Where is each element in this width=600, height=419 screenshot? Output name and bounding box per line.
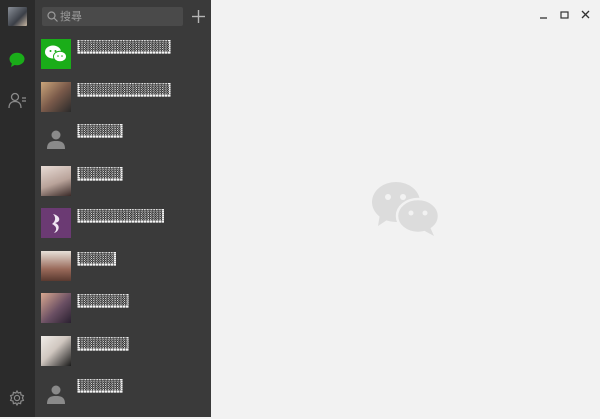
person-icon <box>41 378 71 408</box>
avatar <box>41 166 71 196</box>
minimize-icon[interactable] <box>535 6 553 24</box>
chat-name: ▒▒▒▒▒▒▒ <box>79 337 128 351</box>
chat-list-item[interactable]: ▒▒▒▒▒▒ <box>35 164 211 207</box>
chat-name: ▒▒▒▒▒ <box>78 252 114 266</box>
chat-list-panel: ▒▒▒▒▒▒▒▒▒▒▒▒▒ ▒▒▒▒▒▒▒▒▒▒▒▒▒ ▒▒▒▒▒▒ ▒▒▒▒▒… <box>35 0 211 417</box>
chat-name: ▒▒▒▒▒▒ <box>78 379 121 393</box>
chat-list-item[interactable]: ▒▒▒▒▒▒▒ <box>35 334 211 377</box>
chat-list-item[interactable]: ▒▒▒▒▒ <box>35 249 211 292</box>
avatar <box>41 82 71 112</box>
chat-name: ▒▒▒▒▒▒▒▒▒▒▒▒▒ <box>78 40 169 54</box>
avatar <box>41 293 71 323</box>
wechat-logo-icon <box>41 39 71 69</box>
search-icon <box>47 11 58 22</box>
chat-list-item[interactable]: ▒▒▒▒▒▒ <box>35 121 211 164</box>
avatar <box>41 336 71 366</box>
chat-name: ▒▒▒▒▒▒ <box>78 124 121 138</box>
contacts-icon[interactable] <box>7 90 27 110</box>
chat-name: ▒▒▒▒▒▒▒▒▒▒▒▒ <box>79 209 163 223</box>
wechat-watermark-icon <box>370 180 442 242</box>
avatar <box>41 208 71 238</box>
person-icon <box>41 123 71 153</box>
user-avatar[interactable] <box>8 7 27 26</box>
chat-list-item[interactable]: ▒▒▒▒▒▒▒ <box>35 291 211 334</box>
chat-name: ▒▒▒▒▒▒▒▒▒▒▒▒▒ <box>78 83 169 97</box>
search-box[interactable] <box>42 7 183 26</box>
search-input[interactable] <box>60 7 178 26</box>
avatar <box>41 251 71 281</box>
chat-list-item[interactable]: ▒▒▒▒▒▒ <box>35 376 211 419</box>
chat-list-item[interactable]: ▒▒▒▒▒▒▒▒▒▒▒▒▒ <box>35 80 211 123</box>
chat-list-item[interactable]: ▒▒▒▒▒▒▒▒▒▒▒▒ <box>35 206 211 249</box>
chat-bubble-icon[interactable] <box>7 50 27 70</box>
chat-name: ▒▒▒▒▒▒▒ <box>79 294 128 308</box>
maximize-icon[interactable] <box>556 6 574 24</box>
chat-list-item[interactable]: ▒▒▒▒▒▒▒▒▒▒▒▒▒ <box>35 37 211 80</box>
gear-icon[interactable] <box>7 388 27 408</box>
nav-rail <box>0 0 35 417</box>
plus-icon[interactable] <box>190 7 207 26</box>
close-icon[interactable] <box>577 6 595 24</box>
chat-name: ▒▒▒▒▒▒ <box>78 167 121 181</box>
